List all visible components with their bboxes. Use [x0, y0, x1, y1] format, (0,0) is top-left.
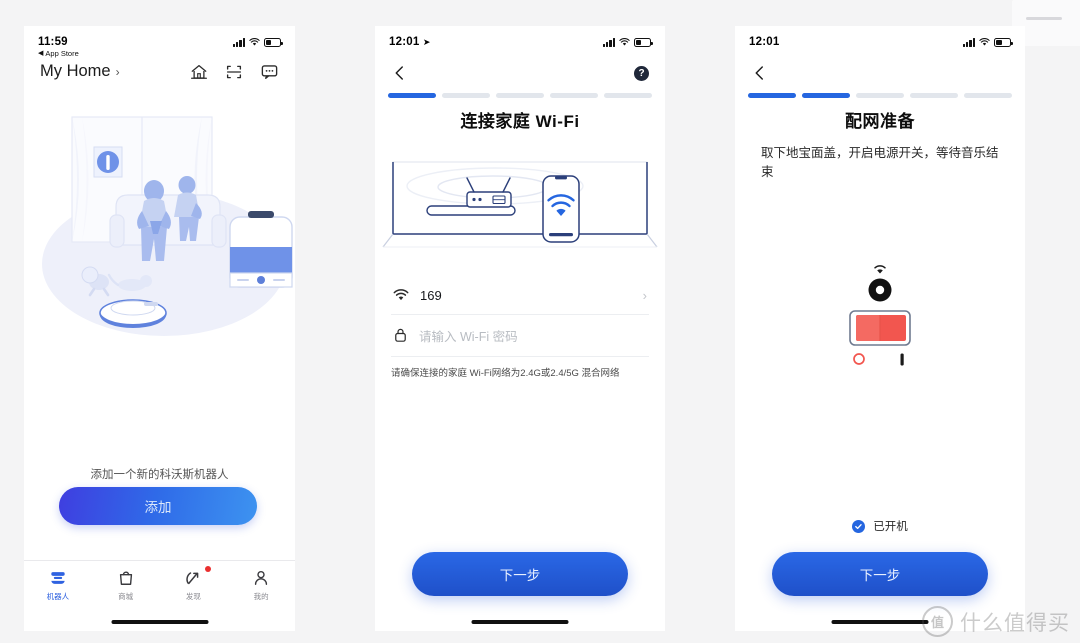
step-nav-2: ?	[375, 56, 665, 86]
checkbox-checked-icon	[852, 519, 866, 533]
status-time-2: 12:01 ➤	[389, 36, 431, 48]
status-back-app[interactable]: ◀ App Store	[38, 49, 79, 58]
home-indicator-3	[831, 619, 929, 624]
progress-segment	[550, 93, 598, 98]
progress-segment	[496, 93, 544, 98]
tab-mall-label: 商城	[118, 592, 134, 601]
power-on-checkbox[interactable]: 已开机	[735, 518, 1025, 534]
add-robot-hint: 添加一个新的科沃斯机器人	[90, 469, 229, 481]
progress-segment	[442, 93, 490, 98]
power-on-label: 已开机	[873, 521, 908, 533]
panel-network-prep: 12:01 配网准备 取下地宝面盖，开启电源开关，等待音乐结束 已开机 下一步	[735, 26, 1025, 631]
home-illustration	[24, 99, 295, 359]
back-triangle-icon: ◀	[38, 50, 44, 57]
next-button-3[interactable]: 下一步	[772, 552, 988, 596]
home-name-label: My Home	[40, 62, 111, 80]
progress-segment	[388, 93, 436, 98]
back-arrow-icon[interactable]	[391, 64, 409, 82]
wifi-status-icon-2	[619, 38, 630, 46]
chevron-right-icon: ›	[115, 64, 120, 79]
person-icon	[255, 570, 268, 585]
ghost-panel-line	[1026, 17, 1062, 20]
step-progress-2	[375, 86, 665, 98]
wifi-password-input[interactable]: 请输入 Wi-Fi 密码	[419, 326, 647, 345]
tab-robot-label: 机器人	[46, 592, 70, 601]
battery-icon-3	[994, 38, 1013, 47]
tab-mall[interactable]: 商城	[92, 568, 160, 602]
message-icon[interactable]	[260, 62, 279, 81]
cellular-signal-icon-3	[962, 38, 975, 47]
progress-segment	[802, 93, 850, 98]
back-arrow-icon[interactable]	[751, 64, 769, 82]
robot-icon	[51, 572, 65, 584]
wifi-icon	[393, 288, 409, 300]
tab-discover-label: 发现	[185, 592, 201, 601]
bag-icon	[119, 571, 132, 585]
tab-robot[interactable]: 机器人	[24, 568, 92, 602]
cellular-signal-icon-2	[602, 38, 615, 47]
home-indicator-2	[471, 619, 569, 624]
step-title-3: 配网准备	[845, 111, 915, 131]
cellular-signal-icon	[232, 38, 245, 47]
progress-segment	[910, 93, 958, 98]
step-title-2: 连接家庭 Wi-Fi	[460, 111, 580, 131]
tab-mine[interactable]: 我的	[227, 568, 295, 602]
step-description-3: 取下地宝面盖，开启电源开关，等待音乐结束	[761, 145, 999, 179]
compass-icon	[186, 572, 199, 585]
chevron-right-icon: ›	[642, 287, 647, 303]
home-selector[interactable]: My Home ›	[40, 62, 120, 81]
step-progress-3	[735, 86, 1025, 98]
wifi-hint-text: 请确保连接的家庭 Wi-Fi网络为2.4G或2.4/5G 混合网络	[391, 367, 620, 379]
progress-segment	[964, 93, 1012, 98]
home-icon[interactable]	[190, 63, 208, 81]
panel-connect-wifi: 12:01 ➤ ? 连接家庭 Wi-Fi 169 › 请输入 Wi-Fi 密码 …	[375, 26, 665, 631]
lock-icon	[395, 328, 406, 342]
wifi-status-icon	[249, 38, 260, 46]
status-time: 11:59	[38, 36, 68, 48]
next-button-2[interactable]: 下一步	[412, 552, 628, 596]
home-header: My Home ›	[24, 56, 295, 81]
help-button[interactable]: ?	[634, 65, 649, 81]
location-arrow-icon: ➤	[422, 37, 431, 47]
tab-mine-label: 我的	[253, 592, 269, 601]
wifi-ssid-row[interactable]: 169 ›	[391, 277, 649, 315]
router-illustration	[375, 154, 665, 259]
battery-icon-2	[634, 38, 653, 47]
wifi-ssid-value: 169	[420, 287, 442, 303]
panel-home: 11:59 ◀ App Store My Home › 添加一个新的科沃斯机器人…	[24, 26, 295, 631]
discover-badge-dot	[205, 566, 212, 572]
bottom-tab-bar: 机器人 商城 发现 我的	[24, 560, 295, 609]
back-app-label: App Store	[45, 49, 79, 58]
battery-icon	[264, 38, 283, 47]
step-nav-3	[735, 56, 1025, 86]
status-time-3: 12:01	[749, 36, 780, 48]
screenshot-stage: 11:59 ◀ App Store My Home › 添加一个新的科沃斯机器人…	[0, 0, 1080, 643]
progress-segment	[604, 93, 652, 98]
wifi-form: 169 › 请输入 Wi-Fi 密码	[391, 277, 649, 357]
progress-segment	[748, 93, 796, 98]
wifi-status-icon-3	[979, 38, 990, 46]
wifi-password-row[interactable]: 请输入 Wi-Fi 密码	[391, 315, 649, 357]
power-switch-illustration	[735, 260, 1025, 380]
scan-icon[interactable]	[225, 63, 243, 81]
progress-segment	[856, 93, 904, 98]
tab-discover[interactable]: 发现	[160, 566, 228, 602]
add-robot-button[interactable]: 添加	[59, 487, 257, 525]
status-bar-2: 12:01 ➤	[375, 26, 665, 56]
home-indicator-1	[111, 619, 208, 624]
status-bar-3: 12:01	[735, 26, 1025, 56]
status-bar-1: 11:59 ◀ App Store	[24, 26, 295, 58]
